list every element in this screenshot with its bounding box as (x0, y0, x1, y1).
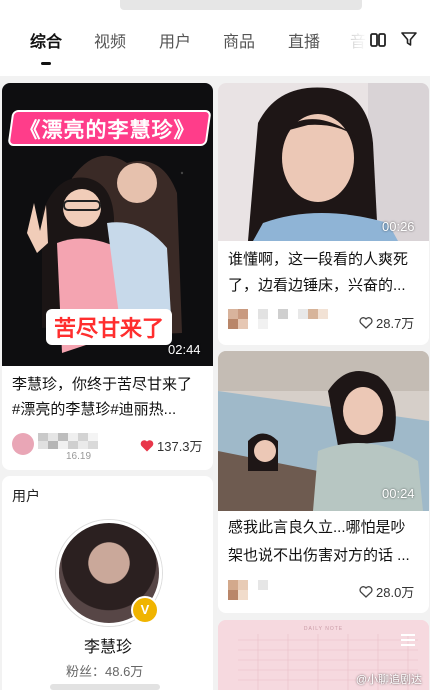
tab-comprehensive[interactable]: 综合 (30, 28, 62, 52)
search-tab-bar: 综合 视频 用户 商品 直播 音 (0, 0, 430, 76)
like-count[interactable]: 28.7万 (359, 313, 414, 332)
like-count-value: 28.7万 (376, 316, 415, 331)
video-duration: 00:26 (382, 219, 415, 234)
verified-badge-icon: V (131, 596, 159, 624)
tab-live[interactable]: 直播 (288, 28, 320, 52)
like-count[interactable]: 28.0万 (359, 582, 414, 601)
video-cover-2[interactable] (218, 83, 429, 241)
heart-outline-icon[interactable] (359, 585, 373, 598)
video-title-line1: 李慧珍，你终于苦尽甘来了 (12, 376, 193, 393)
post-date: 16.19 (66, 451, 92, 462)
user-name[interactable]: 李慧珍 (2, 633, 214, 657)
book-icon[interactable] (370, 33, 386, 47)
cover-text: DAILY NOTE (303, 626, 344, 632)
blurred-author-info (228, 580, 278, 600)
top-search-strip (120, 0, 362, 10)
user-fans: 粉丝：48.6万 (66, 664, 144, 679)
filter-icon[interactable] (401, 31, 417, 47)
video-card-3[interactable]: 00:24 感我此言良久立...哪怕是吵 架也说不出伤害对方的话 ... 28.… (218, 351, 429, 613)
video-title-line1: 感我此言良久立...哪怕是吵 (228, 519, 406, 536)
blurred-user-bio (50, 684, 160, 690)
blurred-author-name (38, 433, 98, 449)
active-tab-indicator (41, 62, 51, 65)
user-section-label: 用户 (12, 488, 40, 504)
video-card-1[interactable]: 《漂亮的李慧珍》 苦尽甘来了 02:44 李慧珍，你终于苦尽甘来了 #漂亮的李慧… (2, 83, 213, 470)
tab-users[interactable]: 用户 (159, 28, 191, 52)
author-avatar[interactable] (12, 433, 34, 455)
cover-caption: 苦尽甘来了 (46, 309, 173, 345)
video-title-line2: 了，边看边锤床，兴奋的... (228, 277, 406, 294)
heart-outline-icon[interactable] (359, 316, 373, 329)
cover-title-text: 《漂亮的李慧珍》 (19, 119, 196, 142)
like-count-value: 28.0万 (376, 585, 415, 600)
like-count-value: 137.3万 (157, 439, 203, 454)
video-duration: 02:44 (168, 342, 201, 357)
heart-icon[interactable] (140, 439, 154, 452)
tab-products[interactable]: 商品 (223, 28, 255, 52)
tab-video[interactable]: 视频 (94, 28, 126, 52)
video-title-line2: #漂亮的李慧珍#迪丽热... (12, 401, 177, 418)
watermark: @小聊追剧达 (355, 674, 422, 686)
tab-fade (340, 26, 368, 52)
video-title-line2: 架也说不出伤害对方的话 ... (228, 547, 410, 564)
video-duration: 00:24 (382, 486, 415, 501)
video-title-line1: 谁懂啊，这一段看的人爽死 (228, 251, 409, 268)
like-count[interactable]: 137.3万 (140, 436, 203, 455)
video-card-2[interactable]: 00:26 谁懂啊，这一段看的人爽死 了，边看边锤床，兴奋的... 28.7万 (218, 83, 429, 345)
blurred-author-info (228, 309, 328, 329)
